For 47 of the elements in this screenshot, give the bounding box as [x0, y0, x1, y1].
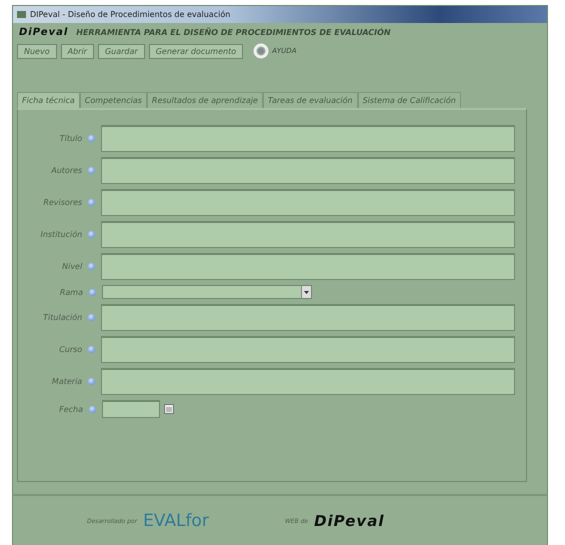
field-label: Rama — [58, 288, 83, 296]
input-field[interactable] — [101, 253, 515, 280]
info-icon[interactable] — [88, 263, 96, 270]
tab[interactable]: Resultados de aprendizaje — [146, 92, 263, 108]
tab[interactable]: Tareas de evaluación — [262, 92, 358, 108]
field-label: Titulación — [42, 313, 82, 322]
field-label: Fecha — [58, 404, 83, 414]
toolbar-button[interactable]: Abrir — [60, 44, 94, 58]
info-icon[interactable] — [88, 167, 96, 174]
input-field[interactable] — [101, 304, 515, 331]
toolbar-button[interactable]: Generar documento — [148, 44, 244, 58]
field-label: Curso — [58, 345, 82, 354]
input-field[interactable] — [101, 336, 515, 363]
info-icon[interactable] — [88, 314, 96, 321]
lifebuoy-icon — [253, 43, 270, 59]
field-label: Título — [58, 134, 82, 143]
info-icon[interactable] — [88, 199, 96, 206]
info-icon[interactable] — [88, 231, 96, 238]
field-label: Institución — [39, 230, 82, 239]
calendar-icon[interactable] — [164, 404, 174, 414]
tab[interactable]: Competencias — [80, 92, 147, 108]
input-field[interactable] — [101, 221, 515, 248]
tab[interactable]: Sistema de Calificación — [358, 92, 461, 108]
input-field[interactable] — [102, 400, 160, 418]
header-title: HERRAMIENTA PARA EL DISEÑO DE PROCEDIMIENTOS DE EVALUACIÓN — [76, 28, 391, 37]
info-icon[interactable] — [89, 288, 96, 296]
toolbar-button[interactable]: Nuevo — [17, 44, 57, 58]
input-field[interactable] — [101, 125, 515, 152]
toolbar-button[interactable]: Guardar — [98, 44, 145, 58]
input-field[interactable] — [101, 189, 515, 216]
logo: DiPeval — [19, 27, 68, 38]
field-label: Materia — [50, 377, 82, 386]
info-icon[interactable] — [88, 135, 96, 142]
field-label: Autores — [50, 166, 82, 175]
input-field[interactable] — [101, 368, 515, 395]
caret-icon[interactable] — [301, 286, 311, 298]
developer-logo: EVALfor — [143, 511, 209, 531]
field-label: Nivel — [61, 262, 82, 271]
info-icon[interactable] — [88, 346, 96, 353]
field-label: Revisores — [42, 198, 82, 207]
web-logo[interactable]: DiPeval — [314, 512, 384, 530]
window-title: DIPeval - Diseño de Procedimientos de evaluación — [30, 10, 230, 19]
input-field[interactable] — [101, 157, 515, 184]
info-icon[interactable] — [88, 378, 96, 385]
app-icon — [17, 11, 26, 18]
info-icon[interactable] — [89, 406, 96, 412]
tab[interactable]: Ficha técnica — [17, 92, 80, 108]
